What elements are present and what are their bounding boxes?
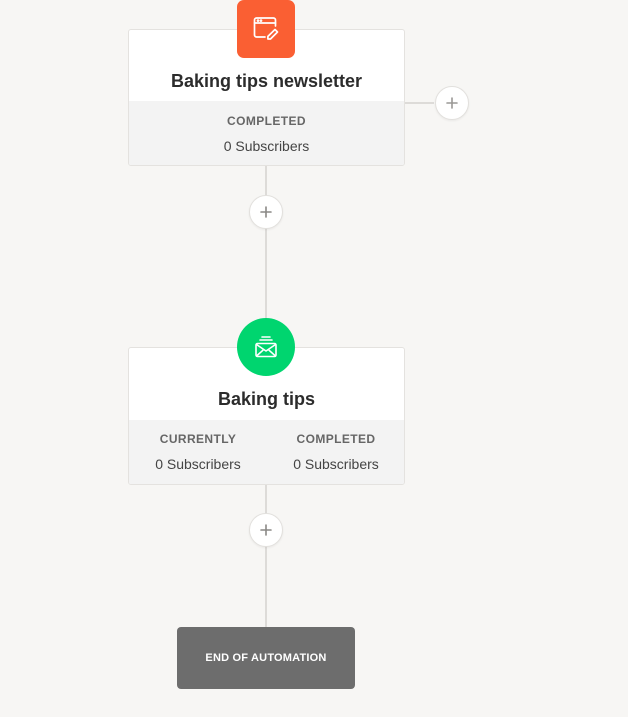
completed-stat: COMPLETED 0 Subscribers — [129, 114, 404, 154]
completed-label: COMPLETED — [296, 432, 376, 446]
plus-icon — [446, 97, 458, 109]
currently-value: 0 Subscribers — [155, 456, 241, 472]
completed-value: 0 Subscribers — [223, 138, 310, 154]
email-sequence-icon[interactable] — [237, 318, 295, 376]
branch-connector-line — [404, 102, 434, 104]
add-step-button[interactable] — [249, 195, 283, 229]
completed-value: 0 Subscribers — [293, 456, 379, 472]
plus-icon — [260, 524, 272, 536]
currently-label: CURRENTLY — [159, 432, 237, 446]
currently-stat: CURRENTLY 0 Subscribers — [129, 432, 267, 472]
completed-label: COMPLETED — [227, 114, 306, 128]
end-of-automation: END OF AUTOMATION — [177, 627, 355, 689]
plus-icon — [260, 206, 272, 218]
form-step-title: Baking tips newsletter — [170, 71, 363, 91]
form-step-stats: COMPLETED 0 Subscribers — [129, 101, 404, 165]
add-step-button[interactable] — [249, 513, 283, 547]
email-sequence-stats: CURRENTLY 0 Subscribers COMPLETED 0 Subs… — [129, 420, 404, 484]
completed-stat: COMPLETED 0 Subscribers — [267, 432, 404, 472]
form-icon[interactable] — [237, 0, 295, 58]
automation-canvas: Baking tips newsletter COMPLETED 0 Subsc… — [0, 0, 628, 717]
add-branch-button[interactable] — [435, 86, 469, 120]
email-sequence-title: Baking tips — [217, 389, 315, 409]
connector-line — [265, 484, 267, 627]
